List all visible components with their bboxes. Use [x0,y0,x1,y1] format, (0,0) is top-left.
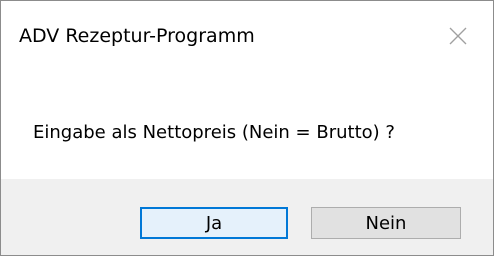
title-bar[interactable]: ADV Rezeptur-Programm [1,1,493,71]
close-button[interactable] [423,1,493,71]
no-button[interactable]: Nein [311,207,461,239]
message-dialog: ADV Rezeptur-Programm Eingabe als Nettop… [0,0,494,256]
close-icon [448,26,468,46]
yes-button[interactable]: Ja [140,207,288,239]
button-bar: Ja Nein [1,179,493,255]
message-area: Eingabe als Nettopreis (Nein = Brutto) ? [1,71,493,179]
window-title: ADV Rezeptur-Programm [19,25,255,47]
message-text: Eingabe als Nettopreis (Nein = Brutto) ? [33,122,395,143]
